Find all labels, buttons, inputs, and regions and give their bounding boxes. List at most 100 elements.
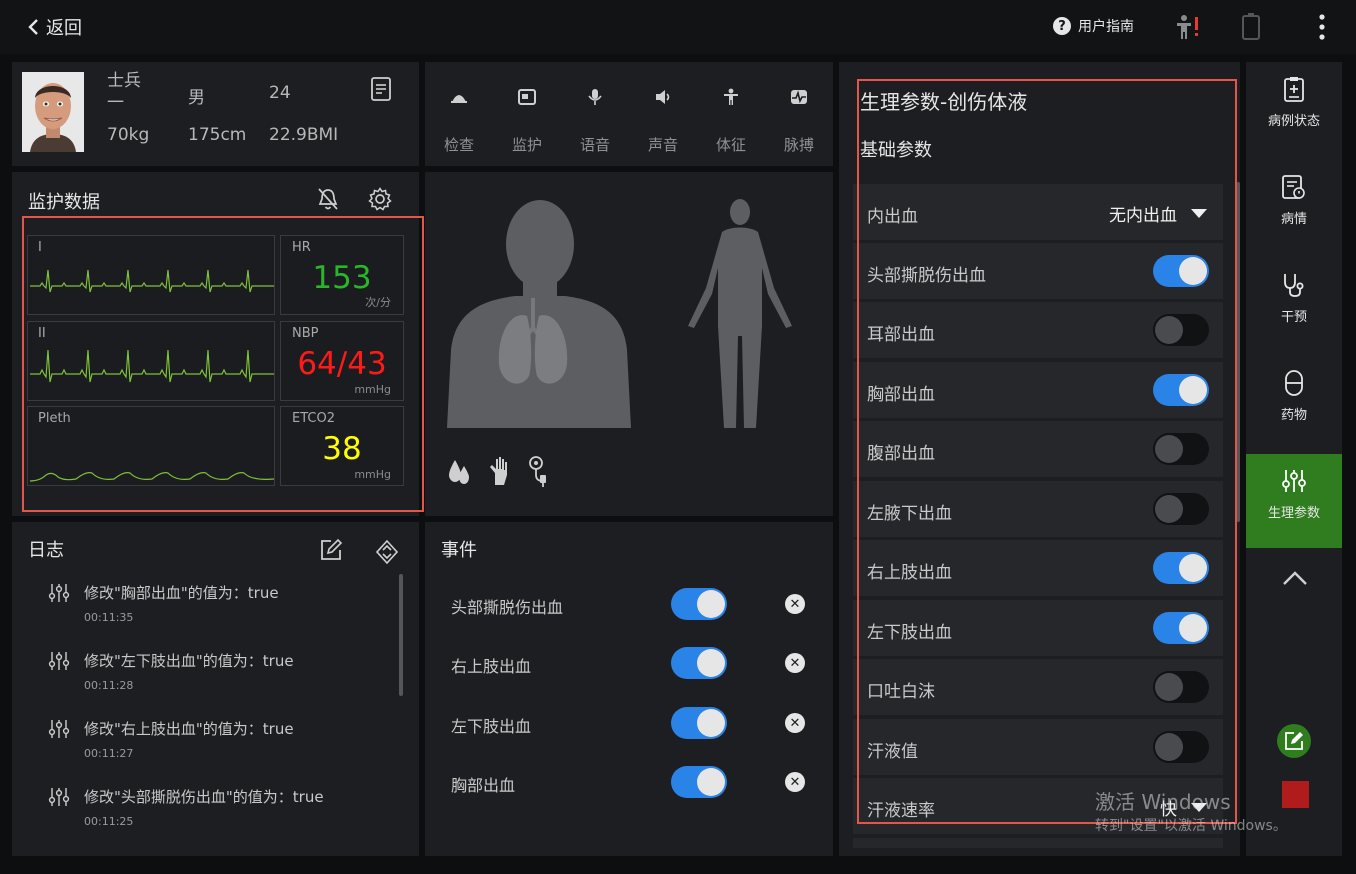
events-title: 事件 [441, 540, 477, 561]
close-icon[interactable]: ✕ [785, 772, 805, 792]
hand-glove-icon[interactable] [487, 455, 513, 487]
tool-panel: 检查 监护 语音 声音 体征 脉搏 [425, 62, 833, 166]
tool-pulse[interactable]: 脉搏 [777, 82, 821, 155]
more-vertical-icon[interactable] [1316, 14, 1328, 40]
body-sign-icon [724, 88, 738, 105]
patient-bmi: 22.9BMI [269, 125, 339, 145]
log-panel: 日志 修改"胸部出血"的值为：true 00:11:35 修改"左下肢出血"的值为… [12, 522, 419, 856]
log-entry: 修改"头部撕脱伤出血"的值为：true 00:11:25 [48, 786, 324, 828]
event-row: 头部撕脱伤出血 ✕ [451, 584, 811, 624]
log-entry-time: 00:11:27 [84, 747, 134, 760]
patient-avatar [22, 72, 84, 152]
log-entry-time: 00:11:25 [84, 815, 134, 828]
log-entry: 修改"右上肢出血"的值为：true 00:11:27 [48, 718, 294, 760]
tool-voice-label: 语音 [579, 136, 610, 154]
nav-medication[interactable]: 药物 [1246, 356, 1342, 450]
tool-monitor[interactable]: 监护 [505, 82, 549, 155]
event-label: 头部撕脱伤出血 [451, 598, 564, 617]
battery-icon [1242, 13, 1260, 40]
sliders-icon [1282, 470, 1306, 492]
close-icon[interactable]: ✕ [785, 594, 805, 614]
log-entry-time: 00:11:35 [84, 611, 134, 624]
tool-voice[interactable]: 语音 [573, 82, 617, 155]
log-entry-text: 修改"胸部出血"的值为：true [84, 584, 279, 602]
stethoscope-icon [1284, 274, 1304, 297]
params-highlight [857, 79, 1237, 824]
sliders-icon [48, 584, 70, 602]
events-panel: 事件 头部撕脱伤出血 ✕ 右上肢出血 ✕ 左下肢出血 ✕ 胸部出血 ✕ [425, 522, 833, 856]
help-icon: ? [1053, 17, 1071, 35]
torso-lungs-illustration[interactable] [445, 198, 631, 428]
back-button[interactable]: 返回 [26, 14, 82, 40]
monitor-highlight [22, 216, 424, 512]
log-scrollbar[interactable] [399, 574, 403, 696]
ultrasound-icon [451, 95, 467, 103]
patient-age: 24 [269, 83, 291, 103]
nav-physio-params[interactable]: 生理参数 [1246, 454, 1342, 548]
event-toggle[interactable] [671, 588, 727, 620]
param-row-partial [853, 838, 1223, 848]
close-icon[interactable]: ✕ [785, 713, 805, 733]
nav-case-status-label: 病例状态 [1267, 114, 1320, 129]
close-icon[interactable]: ✕ [785, 653, 805, 673]
tool-sound-label: 声音 [647, 136, 678, 154]
tool-exam[interactable]: 检查 [437, 82, 481, 155]
top-bar: 返回 ? 用户指南 [0, 0, 1356, 54]
patient-panel: 士兵 一 男 24 70kg 175cm 22.9BMI [12, 62, 419, 166]
event-label: 右上肢出血 [451, 657, 532, 676]
edit-note-icon [1285, 732, 1303, 750]
document-icon[interactable] [370, 77, 392, 101]
watermark-line1: 激活 Windows [1095, 790, 1231, 814]
speaker-icon [656, 90, 670, 104]
log-entry-text: 修改"头部撕脱伤出血"的值为：true [84, 788, 324, 806]
nav-condition[interactable]: 病情 [1246, 160, 1342, 254]
event-label: 胸部出血 [451, 776, 516, 795]
full-body-illustration[interactable] [682, 198, 802, 430]
nav-intervention-label: 干预 [1280, 310, 1307, 325]
log-entry-time: 00:11:28 [84, 679, 134, 692]
clipboard-icon [1284, 77, 1304, 102]
nav-intervention[interactable]: 干预 [1246, 258, 1342, 352]
nav-condition-label: 病情 [1280, 212, 1307, 227]
event-row: 左下肢出血 ✕ [451, 703, 811, 743]
patient-height: 175cm [188, 125, 247, 145]
patient-name: 士兵 一 [107, 70, 141, 114]
log-title: 日志 [28, 540, 64, 561]
person-alert-icon[interactable] [1174, 14, 1202, 40]
event-row: 胸部出血 ✕ [451, 762, 811, 802]
event-toggle[interactable] [671, 766, 727, 798]
event-toggle[interactable] [671, 707, 727, 739]
patient-gender: 男 [188, 88, 205, 108]
bell-off-icon[interactable] [317, 187, 339, 211]
nav-case-status[interactable]: 病例状态 [1246, 62, 1342, 156]
tool-signs-label: 体征 [715, 136, 746, 154]
log-entry: 修改"胸部出血"的值为：true 00:11:35 [48, 582, 279, 624]
tool-signs[interactable]: 体征 [709, 82, 753, 155]
iv-bag-icon[interactable] [525, 455, 553, 489]
sliders-icon [48, 720, 70, 738]
blood-drop-icon[interactable] [447, 458, 471, 486]
edit-icon[interactable] [319, 538, 343, 562]
monitor-title: 监护数据 [28, 192, 100, 213]
event-toggle[interactable] [671, 647, 727, 679]
sliders-icon [48, 652, 70, 670]
tool-exam-label: 检查 [443, 136, 474, 154]
note-button[interactable] [1277, 724, 1311, 758]
log-entry-text: 修改"左下肢出血"的值为：true [84, 652, 294, 670]
tool-pulse-label: 脉搏 [783, 136, 814, 154]
event-row: 右上肢出血 ✕ [451, 643, 811, 683]
chevron-left-icon [28, 19, 38, 35]
tool-monitor-label: 监护 [511, 136, 542, 154]
gear-icon[interactable] [368, 187, 392, 211]
chevron-up-icon[interactable] [1282, 570, 1308, 586]
user-guide-button[interactable]: ? 用户指南 [1053, 16, 1134, 36]
windows-activation-watermark: 激活 Windows 转到"设置"以激活 Windows。 [1095, 786, 1287, 835]
patient-weight: 70kg [107, 125, 150, 145]
user-guide-label: 用户指南 [1078, 19, 1134, 35]
microphone-icon [588, 89, 602, 105]
tool-sound[interactable]: 声音 [641, 82, 685, 155]
sort-expand-icon[interactable] [376, 540, 398, 564]
event-label: 左下肢出血 [451, 717, 532, 736]
nav-medication-label: 药物 [1280, 408, 1307, 423]
log-entry-text: 修改"右上肢出血"的值为：true [84, 720, 294, 738]
